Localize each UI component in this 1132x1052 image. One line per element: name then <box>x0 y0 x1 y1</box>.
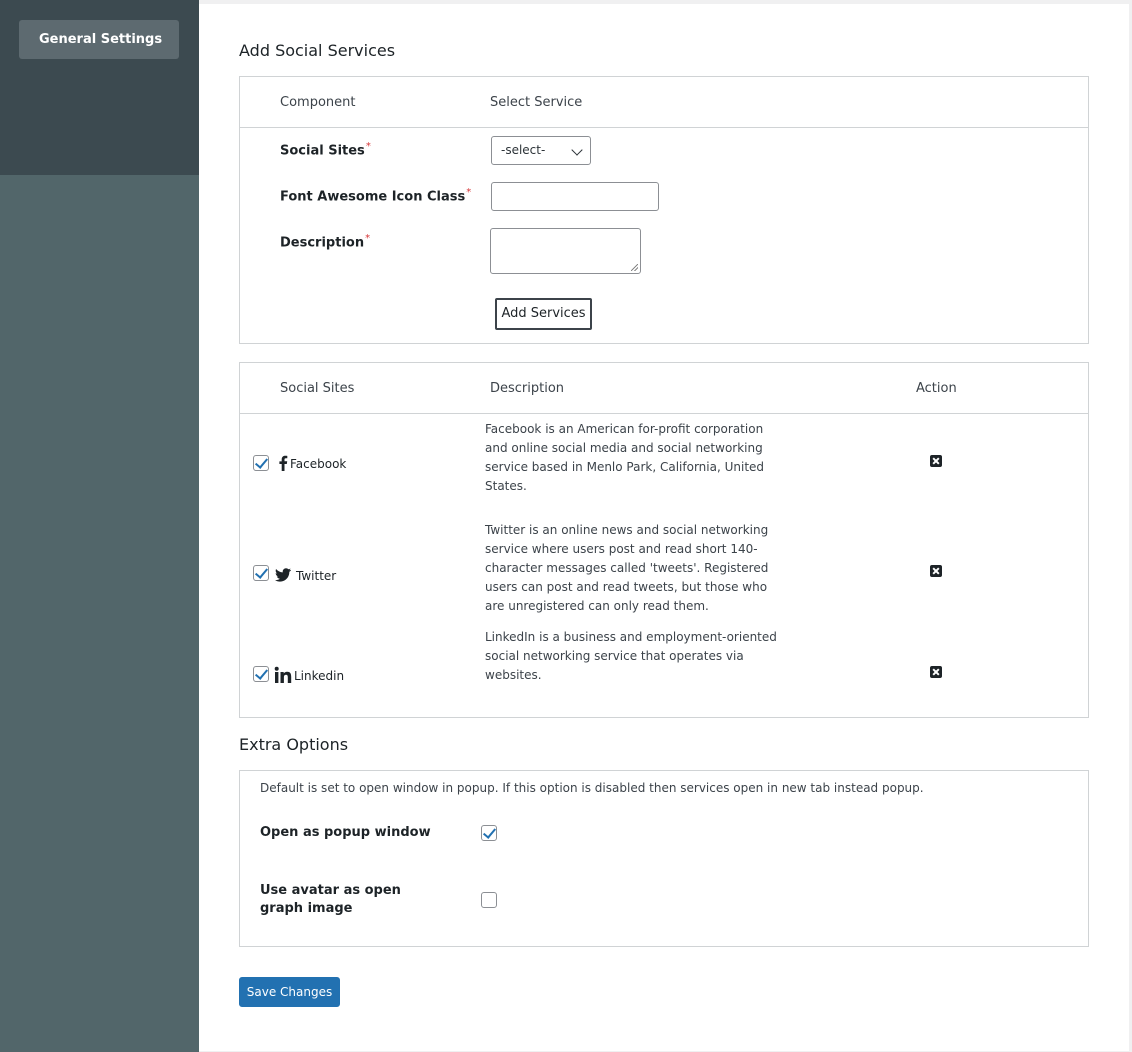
twitter-enable-checkbox[interactable] <box>253 565 269 581</box>
save-changes-button[interactable]: Save Changes <box>239 977 340 1007</box>
general-settings-nav-button[interactable]: General Settings <box>19 20 179 59</box>
services-table: Social Sites Description Action Facebook… <box>239 362 1089 718</box>
site-description: LinkedIn is a business and employment-or… <box>485 630 777 682</box>
description-textarea[interactable] <box>490 228 641 274</box>
icon-class-label: Font Awesome Icon Class* <box>280 187 472 205</box>
site-name: Linkedin <box>294 669 345 683</box>
chevron-down-icon <box>571 144 583 156</box>
site-description: Twitter is an online news and social net… <box>485 523 769 613</box>
popup-window-checkbox[interactable] <box>481 825 497 841</box>
popup-info-text: Default is set to open window in popup. … <box>260 781 924 795</box>
linkedin-icon <box>274 666 292 683</box>
table-row: Linkedin LinkedIn is a business and empl… <box>240 630 1088 717</box>
component-column-header: Component <box>280 95 356 110</box>
site-name: Facebook <box>290 457 347 471</box>
avatar-og-image-checkbox[interactable] <box>481 892 497 908</box>
description-column-header: Description <box>490 381 565 396</box>
services-table-header: Social Sites Description Action <box>240 363 1088 414</box>
facebook-enable-checkbox[interactable] <box>253 455 269 471</box>
description-label: Description* <box>280 233 371 251</box>
linkedin-enable-checkbox[interactable] <box>253 666 269 682</box>
add-services-button[interactable]: Add Services <box>495 298 592 330</box>
twitter-icon <box>275 568 291 582</box>
resize-grip-icon[interactable] <box>631 264 638 271</box>
delete-icon[interactable] <box>930 455 942 467</box>
social-sites-column-header: Social Sites <box>280 381 355 396</box>
select-service-column-header: Select Service <box>490 95 583 110</box>
table-row: Twitter Twitter is an online news and so… <box>240 515 1088 637</box>
site-description: Facebook is an American for-profit corpo… <box>485 422 765 493</box>
add-service-form: Component Select Service Social Sites* -… <box>239 76 1089 344</box>
social-sites-select[interactable]: -select- <box>491 136 591 165</box>
add-social-services-heading: Add Social Services <box>239 41 396 60</box>
delete-icon[interactable] <box>930 666 942 678</box>
action-column-header: Action <box>916 381 957 396</box>
site-name: Twitter <box>296 569 337 583</box>
avatar-og-image-label: Use avatar as open graph image <box>260 883 401 916</box>
main-panel: Add Social Services Component Select Ser… <box>199 4 1129 1051</box>
extra-options-box: Default is set to open window in popup. … <box>239 770 1089 947</box>
popup-window-label: Open as popup window <box>260 825 431 840</box>
table-row: Facebook Facebook is an American for-pro… <box>240 415 1088 515</box>
form-header: Component Select Service <box>240 77 1088 128</box>
icon-class-input[interactable] <box>491 182 659 211</box>
sidebar: General Settings <box>0 0 199 1052</box>
social-sites-label: Social Sites* <box>280 141 371 159</box>
extra-options-heading: Extra Options <box>239 735 349 754</box>
delete-icon[interactable] <box>930 565 942 577</box>
